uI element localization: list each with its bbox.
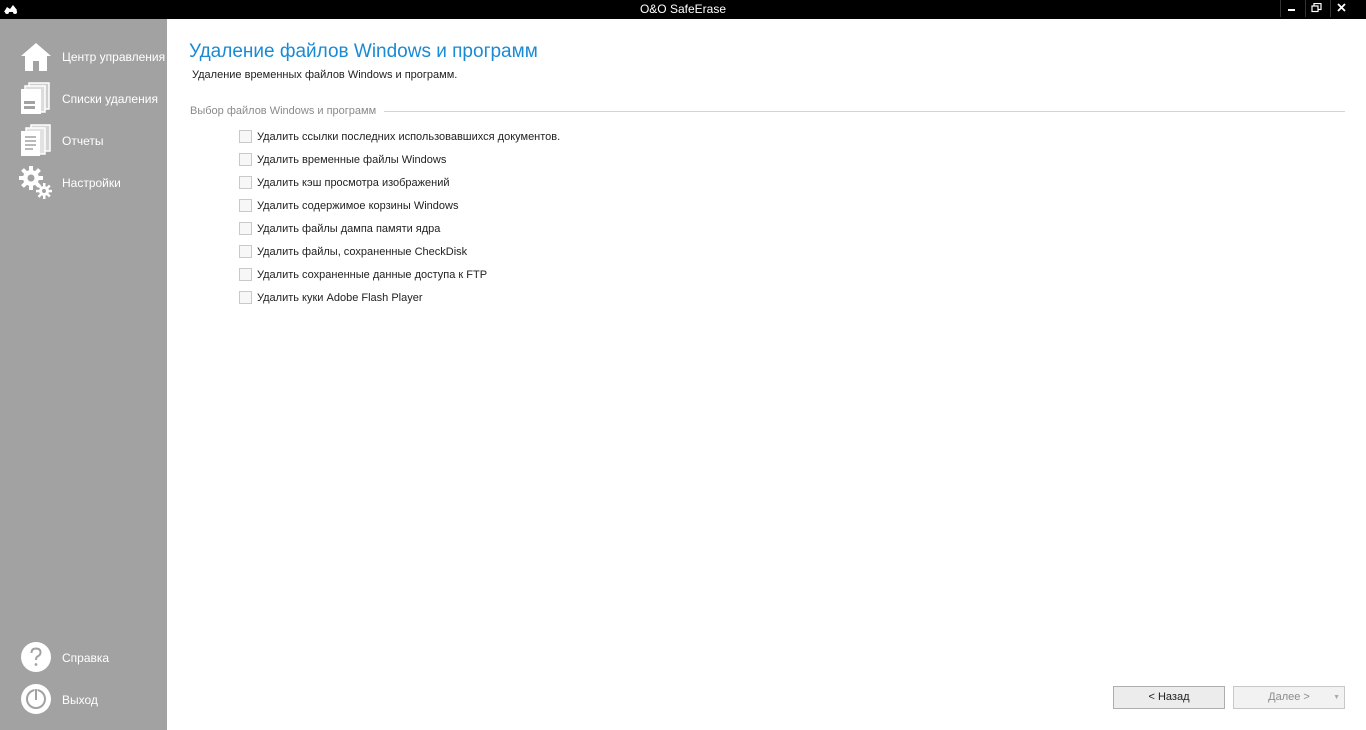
minimize-icon [1288,9,1295,11]
option-label: Удалить временные файлы Windows [257,154,447,166]
sidebar: Центр управления Списки удаления Отчеты [0,19,167,730]
home-icon [21,43,51,71]
page-title: Удаление файлов Windows и программ [189,41,538,62]
back-button[interactable]: < Назад [1113,686,1225,709]
next-button[interactable]: Далее > ▼ [1233,686,1345,709]
group-divider [377,111,1345,112]
help-icon [21,642,51,672]
deletion-lists-icon [21,82,50,114]
checkbox[interactable] [239,130,252,143]
sidebar-item-label: Настройки [62,176,121,190]
option-label: Удалить куки Adobe Flash Player [257,292,423,304]
sidebar-item-settings[interactable]: Настройки [0,163,167,203]
power-icon [21,684,51,714]
option-label: Удалить содержимое корзины Windows [257,200,459,212]
sidebar-item-label: Справка [62,651,110,665]
sidebar-item-label: Центр управления [62,50,166,64]
close-button[interactable] [1330,0,1352,17]
title-bar: O&O SafeErase [0,0,1366,19]
gears-icon [19,166,52,199]
checkbox[interactable] [239,176,252,189]
checkbox[interactable] [239,222,252,235]
option-label: Удалить кэш просмотра изображений [257,177,450,189]
next-button-label: Далее > [1268,691,1310,703]
checkbox[interactable] [239,291,252,304]
close-icon [1337,3,1346,12]
checkbox[interactable] [239,268,252,281]
minimize-button[interactable] [1280,0,1302,17]
group-label: Выбор файлов Windows и программ [190,105,385,117]
option-label: Удалить сохраненные данные доступа к FTP [257,269,488,281]
option-label: Удалить файлы дампа памяти ядра [257,223,441,235]
window-title: O&O SafeErase [639,2,727,16]
checkbox[interactable] [239,153,252,166]
page-subtitle: Удаление временных файлов Windows и прог… [192,69,458,81]
checkbox[interactable] [239,199,252,212]
option-label: Удалить файлы, сохраненные CheckDisk [257,246,468,258]
sidebar-item-label: Выход [62,693,98,707]
maximize-icon [1311,3,1322,13]
dropdown-arrow-icon: ▼ [1333,694,1340,701]
sidebar-item-help[interactable]: Справка [0,638,167,678]
checkbox[interactable] [239,245,252,258]
sidebar-item-control-center[interactable]: Центр управления [0,37,167,77]
sidebar-item-exit[interactable]: Выход [0,680,167,720]
sidebar-item-label: Списки удаления [62,92,158,106]
sidebar-item-reports[interactable]: Отчеты [0,121,167,161]
main-panel: Удаление файлов Windows и программ Удале… [167,19,1366,730]
option-label: Удалить ссылки последних использовавшихс… [257,131,561,143]
maximize-button[interactable] [1305,0,1327,17]
sidebar-item-label: Отчеты [62,134,104,148]
reports-icon [21,124,51,156]
sidebar-item-deletion-lists[interactable]: Списки удаления [0,79,167,119]
